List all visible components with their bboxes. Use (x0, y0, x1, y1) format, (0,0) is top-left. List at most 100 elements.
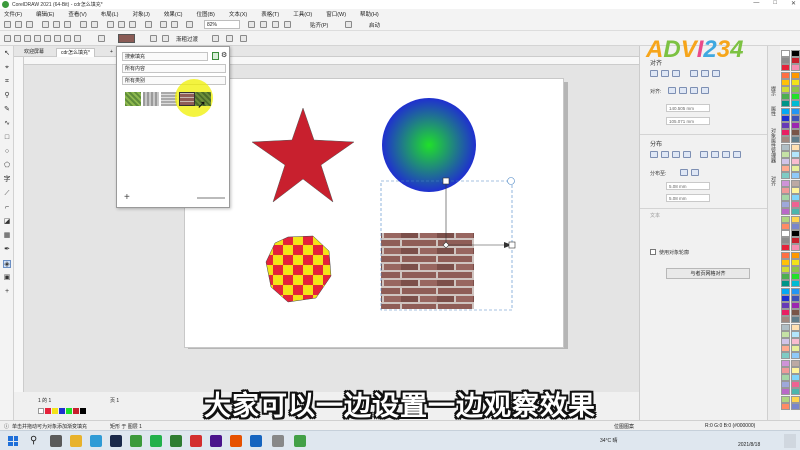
palette-swatch[interactable] (790, 374, 800, 381)
palette-swatch[interactable] (781, 294, 790, 302)
use-outline-checkbox[interactable] (650, 249, 656, 255)
blend-mode-select[interactable]: 渐粗过渡 (176, 35, 198, 43)
palette-swatch[interactable] (790, 302, 800, 309)
palette-swatch[interactable] (790, 309, 800, 317)
palette-swatch[interactable] (781, 345, 790, 353)
distribute-to-page-icon[interactable] (691, 169, 699, 176)
palette-swatch[interactable] (781, 64, 790, 72)
palette-swatch[interactable] (790, 273, 800, 281)
task-view-icon[interactable] (50, 435, 62, 447)
zoom-level-select[interactable]: 82% (204, 20, 240, 29)
side-tab-object-manager[interactable]: 对象属性管理器 (770, 128, 777, 163)
full-screen-icon[interactable] (248, 21, 255, 28)
artistic-media-icon[interactable]: ∿ (3, 120, 11, 128)
menu-window[interactable]: 窗口(W) (326, 10, 346, 18)
palette-swatch[interactable] (781, 374, 790, 381)
pick-tool-icon[interactable]: ↖ (3, 50, 11, 58)
palette-swatch[interactable] (781, 316, 790, 324)
app-icon-blue[interactable] (250, 435, 262, 447)
save-icon[interactable] (26, 21, 33, 28)
palette-swatch[interactable] (790, 172, 800, 180)
palette-swatch[interactable] (790, 338, 800, 345)
polygon-tool-icon[interactable]: ⬠ (3, 162, 11, 170)
palette-swatch[interactable] (781, 352, 790, 360)
app-icon-green[interactable] (170, 435, 182, 447)
menu-file[interactable]: 文件(F) (4, 10, 22, 18)
wechat-icon[interactable] (150, 435, 162, 447)
palette-swatch[interactable] (781, 222, 790, 230)
palette-swatch[interactable] (781, 280, 790, 288)
connector-tool-icon[interactable]: ⌐ (3, 204, 11, 212)
texture-fill-icon[interactable] (64, 35, 71, 42)
fill-search-input[interactable]: 搜索填充 (122, 52, 208, 61)
photoshop-icon[interactable] (110, 435, 122, 447)
palette-swatch[interactable] (790, 158, 800, 165)
palette-swatch[interactable] (781, 359, 790, 367)
palette-swatch[interactable] (781, 114, 790, 122)
palette-swatch[interactable] (790, 129, 800, 137)
palette-swatch[interactable] (790, 86, 800, 93)
thumbnail-size-slider[interactable] (197, 197, 225, 199)
minimize-button[interactable]: — (753, 0, 759, 7)
align-right-icon[interactable] (672, 70, 680, 77)
palette-swatch[interactable] (790, 201, 800, 209)
palette-swatch[interactable] (781, 273, 790, 281)
distribute-middle-icon[interactable] (711, 151, 719, 158)
palette-swatch[interactable] (781, 330, 790, 338)
palette-swatch[interactable] (781, 208, 790, 216)
app-icon-orange[interactable] (230, 435, 242, 447)
distribute-to-selection-icon[interactable] (680, 169, 688, 176)
crop-tool-icon[interactable]: ⌗ (3, 78, 11, 86)
palette-swatch[interactable] (790, 194, 800, 201)
parallel-dimension-icon[interactable]: ⟋ (3, 190, 11, 198)
zoom-in-icon[interactable] (160, 21, 167, 28)
copy-icon[interactable] (53, 21, 60, 28)
palette-swatch[interactable] (781, 71, 790, 79)
edit-fill-icon[interactable] (212, 35, 219, 42)
palette-swatch[interactable] (781, 143, 790, 151)
distribute-spacing-h-icon[interactable] (683, 151, 691, 158)
copy-fill-icon[interactable] (226, 35, 233, 42)
palette-swatch[interactable] (781, 186, 790, 194)
palette-swatch[interactable] (781, 100, 790, 108)
palette-swatch[interactable] (790, 143, 800, 151)
palette-swatch[interactable] (781, 179, 790, 187)
vertical-ruler[interactable] (14, 57, 24, 392)
palette-swatch[interactable] (790, 258, 800, 266)
palette-swatch[interactable] (781, 287, 790, 295)
distribute-top-icon[interactable] (700, 151, 708, 158)
vertical-spacing-field[interactable]: 5.08 mm (666, 194, 710, 202)
palette-swatch[interactable] (790, 352, 800, 360)
distribute-left-icon[interactable] (650, 151, 658, 158)
palette-swatch[interactable] (781, 129, 790, 137)
palette-swatch[interactable] (781, 237, 790, 245)
palette-swatch[interactable] (790, 114, 800, 122)
palette-swatch[interactable] (790, 50, 800, 57)
palette-swatch[interactable] (790, 280, 800, 288)
palette-swatch[interactable] (781, 172, 790, 180)
palette-swatch[interactable] (790, 366, 800, 374)
guidelines-icon[interactable] (284, 21, 291, 28)
fill-picker-icon[interactable] (98, 35, 105, 42)
two-color-pattern-icon[interactable] (54, 35, 61, 42)
menu-object[interactable]: 对象(J) (132, 10, 149, 18)
palette-swatch[interactable] (781, 323, 790, 331)
align-page-grid-button[interactable]: 与者页网格对齐 (666, 268, 750, 279)
palette-swatch[interactable] (781, 78, 790, 86)
start-button[interactable] (8, 436, 18, 446)
postscript-fill-icon[interactable] (74, 35, 81, 42)
palette-swatch[interactable] (781, 302, 790, 309)
palette-swatch[interactable] (790, 57, 800, 65)
palette-swatch[interactable] (790, 122, 800, 129)
redo-icon[interactable] (91, 21, 98, 28)
smart-fill-icon[interactable]: ▣ (3, 274, 11, 282)
palette-swatch[interactable] (781, 244, 790, 252)
palette-swatch[interactable] (790, 64, 800, 72)
y-position-field[interactable]: 105.071 mm (666, 117, 710, 125)
cut-icon[interactable] (42, 21, 49, 28)
palette-swatch[interactable] (781, 150, 790, 158)
undo-icon[interactable] (80, 21, 87, 28)
align-bottom-icon[interactable] (712, 70, 720, 77)
palette-swatch[interactable] (790, 230, 800, 237)
drop-shadow-icon[interactable]: ◪ (3, 218, 11, 226)
